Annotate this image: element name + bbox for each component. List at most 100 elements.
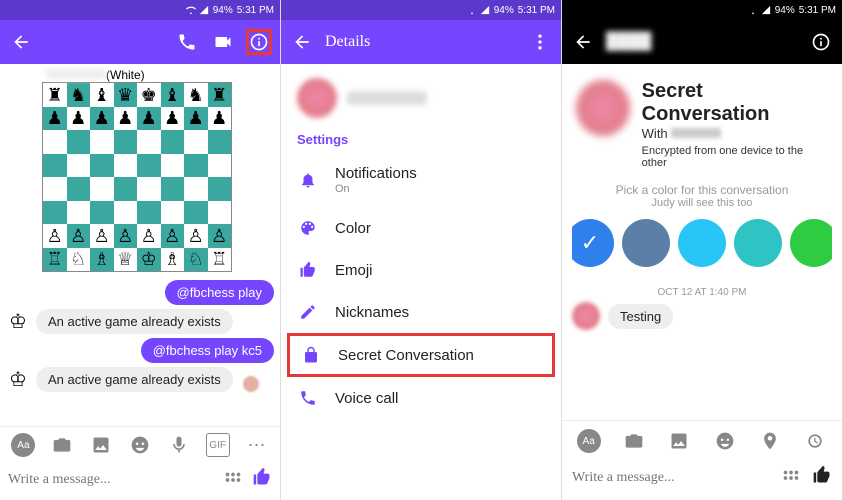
chess-square — [90, 177, 114, 201]
image-icon — [91, 435, 111, 455]
message-out-2: @fbchess play kc5 — [6, 338, 274, 363]
secret-encrypted-note: Encrypted from one device to the other — [642, 145, 822, 169]
camera-button[interactable] — [50, 433, 74, 457]
like-button[interactable] — [812, 465, 832, 490]
chess-square: ♗ — [90, 248, 114, 272]
setting-label: Color — [335, 220, 371, 237]
gallery-button[interactable] — [667, 429, 691, 453]
chess-square: ♔ — [137, 248, 161, 272]
apps-button[interactable] — [222, 469, 244, 491]
message-bubble[interactable]: Testing — [608, 304, 673, 329]
chess-square: ♘ — [184, 248, 208, 272]
chess-square — [161, 130, 185, 154]
camera-button[interactable] — [622, 429, 646, 453]
info-button[interactable] — [246, 29, 272, 55]
status-battery: 94% — [775, 5, 795, 16]
arrow-left-icon — [573, 32, 593, 52]
apps-icon — [222, 469, 244, 491]
timer-button[interactable] — [803, 429, 827, 453]
color-hint: Pick a color for this conversation — [572, 183, 832, 197]
chess-square: ♙ — [67, 224, 91, 248]
apps-button[interactable] — [780, 467, 802, 489]
status-bar: 94% 5:31 PM — [562, 0, 842, 20]
setting-color[interactable]: Color — [281, 207, 561, 249]
color-swatch[interactable] — [734, 219, 782, 267]
text-mode-button[interactable]: Aa — [11, 433, 35, 457]
chess-square — [43, 154, 67, 178]
like-button[interactable] — [252, 467, 272, 492]
chess-square — [184, 177, 208, 201]
bell-icon — [299, 171, 317, 189]
setting-nicknames[interactable]: Nicknames — [281, 291, 561, 333]
color-picker-section: Pick a color for this conversation Judy … — [562, 179, 842, 277]
chess-square — [67, 177, 91, 201]
message-bubble[interactable]: @fbchess play kc5 — [141, 338, 274, 363]
chess-square — [208, 154, 232, 178]
back-button[interactable] — [289, 29, 315, 55]
chess-square — [43, 201, 67, 225]
details-appbar: Details — [281, 20, 561, 64]
chessboard: ♜♞♝♛♚♝♞♜♟♟♟♟♟♟♟♟♙♙♙♙♙♙♙♙♖♘♗♕♔♗♘♖ — [42, 82, 232, 272]
color-swatches — [572, 219, 832, 267]
chess-square — [137, 130, 161, 154]
chess-square: ♞ — [67, 83, 91, 107]
video-call-button[interactable] — [210, 29, 236, 55]
back-button[interactable] — [570, 29, 596, 55]
chess-square — [67, 154, 91, 178]
message-bubble[interactable]: @fbchess play — [165, 280, 274, 305]
chess-square — [114, 154, 138, 178]
message-bubble[interactable]: An active game already exists — [36, 367, 233, 392]
signal-icon — [199, 5, 209, 15]
contact-name-blur — [347, 91, 427, 105]
chess-square — [43, 130, 67, 154]
color-swatch[interactable] — [572, 219, 614, 267]
wifi-icon — [467, 5, 477, 15]
secret-contact-name: ████ — [606, 33, 798, 51]
chess-square: ♛ — [114, 83, 138, 107]
chess-square: ♗ — [161, 248, 185, 272]
emoji-button[interactable] — [713, 429, 737, 453]
chess-square — [184, 201, 208, 225]
gallery-button[interactable] — [89, 433, 113, 457]
setting-emoji[interactable]: Emoji — [281, 249, 561, 291]
compose-toolbar: Aa GIF ⋯ — [0, 426, 280, 463]
voice-clip-button[interactable] — [167, 433, 191, 457]
profile-row[interactable] — [281, 64, 561, 132]
chat-appbar — [0, 20, 280, 64]
secret-appbar: ████ — [562, 20, 842, 64]
message-input[interactable] — [572, 470, 770, 486]
voice-call-button[interactable] — [174, 29, 200, 55]
panel-chat: 94% 5:31 PM (White) ♜♞♝♛♚♝♞♜♟♟♟♟♟♟♟♟♙♙♙♙… — [0, 0, 281, 500]
text-mode-button[interactable]: Aa — [577, 429, 601, 453]
setting-label: Nicknames — [335, 304, 409, 321]
gif-button[interactable]: GIF — [206, 433, 230, 457]
back-button[interactable] — [8, 29, 34, 55]
chess-square: ♟ — [184, 107, 208, 131]
camera-icon — [52, 435, 72, 455]
chess-square: ♟ — [67, 107, 91, 131]
panel-secret: 94% 5:31 PM ████ Secret Conversation Wit… — [562, 0, 843, 500]
setting-notifications[interactable]: Notifications On — [281, 153, 561, 207]
info-button[interactable] — [808, 29, 834, 55]
message-input[interactable] — [8, 472, 214, 488]
thumb-icon — [299, 261, 317, 279]
chess-square: ♟ — [114, 107, 138, 131]
more-button[interactable]: ⋯ — [244, 433, 268, 457]
overflow-button[interactable] — [527, 29, 553, 55]
color-swatch[interactable] — [678, 219, 726, 267]
panel-details: 94% 5:31 PM Details Settings Notificatio… — [281, 0, 562, 500]
chess-square: ♕ — [114, 248, 138, 272]
setting-voice-call[interactable]: Voice call — [281, 377, 561, 419]
location-button[interactable] — [758, 429, 782, 453]
color-swatch[interactable] — [790, 219, 832, 267]
message-in-1: ♔ An active game already exists — [6, 309, 274, 334]
message-bubble[interactable]: An active game already exists — [36, 309, 233, 334]
color-swatch[interactable] — [622, 219, 670, 267]
setting-secret-conversation[interactable]: Secret Conversation — [287, 333, 555, 377]
phone-icon — [177, 32, 197, 52]
secret-with: With — [642, 126, 828, 141]
status-battery: 94% — [213, 5, 233, 16]
setting-label: Notifications — [335, 165, 417, 182]
emoji-button[interactable] — [128, 433, 152, 457]
chess-square: ♟ — [161, 107, 185, 131]
